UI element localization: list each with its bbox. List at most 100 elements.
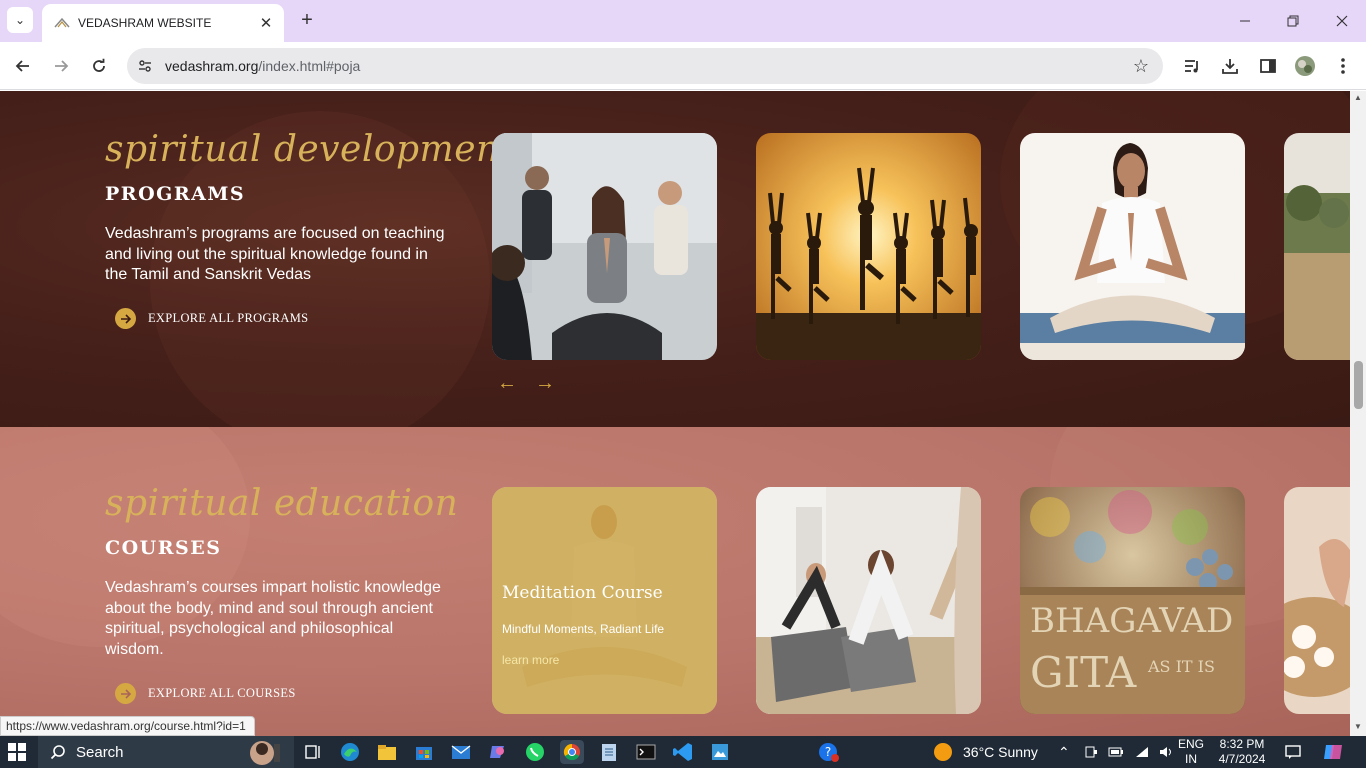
carousel-prev-button[interactable]: ← [497,372,517,395]
image-editor-icon[interactable] [708,740,732,764]
course-card[interactable] [756,487,981,714]
course-card-meditation[interactable]: Meditation Course Mindful Moments, Radia… [492,487,717,714]
copilot-icon[interactable] [1322,741,1344,763]
search-highlight-icon [250,741,280,765]
browser-tab[interactable]: VEDASHRAM WEBSITE ✕ [42,4,284,42]
search-icon [50,745,65,760]
status-bar: https://www.vedashram.org/course.html?id… [0,716,255,736]
page-viewport: spiritual development PROGRAMS Vedashram… [0,91,1366,736]
carousel-next-button[interactable]: → [535,372,555,395]
sunset-yoga-image [756,133,981,360]
explore-all-programs-label: EXPLORE ALL PROGRAMS [148,311,309,325]
system-tray: ⌃ [1058,736,1174,768]
windows-taskbar: Search ? 36°C Sunny ⌃ ENG IN 8:32 PM 4/7… [0,736,1366,768]
scrollbar-thumb[interactable] [1354,361,1363,409]
forward-button[interactable] [47,52,75,80]
file-explorer-icon[interactable] [375,740,399,764]
language-code: ENG [1178,737,1205,751]
learn-more-link[interactable]: learn more [502,653,559,667]
program-card[interactable] [1020,133,1245,360]
courses-script-title: spiritual education [105,483,459,524]
terminal-icon[interactable] [634,740,658,764]
tab-close-icon[interactable]: ✕ [258,14,274,32]
edge-icon[interactable] [338,740,362,764]
book-title-line-1: BHAGAVAD [1030,601,1233,641]
mail-icon[interactable] [449,740,473,764]
copilot-app-icon[interactable] [486,740,510,764]
address-bar[interactable]: vedashram.org/index.html#poja ☆ [127,48,1163,84]
courses-description: Vedashram’s courses impart holistic know… [105,579,441,658]
group-yoga-image [756,487,981,714]
reload-icon [93,58,105,72]
taskbar-clock[interactable]: 8:32 PM 4/7/2024 [1206,737,1278,767]
program-card[interactable] [492,133,717,360]
page-scrollbar[interactable]: ▲ ▼ [1350,91,1366,736]
course-card[interactable]: BHAGAVAD GITA AS IT IS [1020,487,1245,714]
bhagavad-gita-image: BHAGAVAD GITA AS IT IS [1020,487,1245,714]
task-view-icon[interactable] [301,740,325,764]
side-panel-icon[interactable] [1256,54,1280,78]
tab-search-button[interactable]: ⌄ [7,7,33,33]
reload-button[interactable] [85,52,113,80]
clock-date: 4/7/2024 [1218,752,1266,766]
programs-heading: PROGRAMS [105,183,246,205]
profile-avatar[interactable] [1293,54,1317,78]
scroll-up-icon[interactable]: ▲ [1353,93,1363,102]
course-card-subtitle: Mindful Moments, Radiant Life [502,622,665,636]
url-text: vedashram.org/index.html#poja [165,48,360,84]
site-info-icon[interactable] [135,56,155,76]
program-card[interactable] [1284,133,1350,360]
course-card-title: Meditation Course [502,583,663,603]
download-icon[interactable] [1218,54,1242,78]
windows-start-icon[interactable] [8,743,26,761]
tab-strip: ⌄ VEDASHRAM WEBSITE ✕ + [0,0,1366,42]
language-indicator[interactable]: ENG IN [1178,737,1204,767]
minimize-button[interactable] [1221,0,1269,42]
tab-title: VEDASHRAM WEBSITE [78,16,212,30]
programs-script-title: spiritual development [105,129,515,170]
arrow-left-icon [15,60,29,72]
courses-heading: COURSES [105,537,222,559]
explore-all-programs-link[interactable]: EXPLORE ALL PROGRAMS [115,308,308,329]
battery-icon[interactable] [1108,745,1124,759]
programs-section: spiritual development PROGRAMS Vedashram… [0,91,1350,427]
program-card[interactable] [756,133,981,360]
chrome-icon[interactable] [560,740,584,764]
book-title-line-2: GITA [1030,648,1137,697]
back-button[interactable] [9,52,37,80]
media-control-icon[interactable] [1180,54,1204,78]
taskbar-search-box[interactable]: Search [38,736,294,768]
volume-icon[interactable] [1158,745,1174,759]
chevron-up-icon[interactable]: ⌃ [1058,744,1070,761]
programs-description: Vedashram’s programs are focused on teac… [105,225,445,283]
minimize-icon [1240,20,1250,22]
browser-toolbar: vedashram.org/index.html#poja ☆ [0,42,1366,90]
restore-button[interactable] [1269,0,1317,42]
landscape-image [1284,133,1350,360]
weather-text: 36°C Sunny [963,744,1038,760]
close-window-button[interactable] [1318,0,1366,42]
whatsapp-icon[interactable] [523,740,547,764]
store-icon[interactable] [412,740,436,764]
restore-icon [1287,15,1299,27]
wifi-icon[interactable] [1134,745,1150,759]
help-icon[interactable]: ? [816,740,840,764]
scroll-down-icon[interactable]: ▼ [1353,722,1363,731]
taskbar-search-label: Search [76,743,124,761]
notepad-icon[interactable] [597,740,621,764]
vscode-icon[interactable] [671,740,695,764]
device-icon[interactable] [1084,745,1098,759]
bookmark-star-icon[interactable]: ☆ [1133,57,1149,75]
course-card[interactable] [1284,487,1350,714]
weather-widget[interactable]: 36°C Sunny [933,736,1038,768]
arrow-right-circle-icon [115,308,136,329]
more-menu-icon[interactable] [1331,54,1355,78]
new-tab-button[interactable]: + [296,9,318,31]
svg-text:?: ? [825,745,831,759]
notification-icon[interactable] [1285,744,1301,760]
group-meditation-image [492,133,717,360]
woman-meditating-image [1020,133,1245,360]
url-path: /index.html#poja [258,58,361,74]
explore-all-courses-link[interactable]: EXPLORE ALL COURSES [115,683,296,704]
arrow-right-circle-icon [115,683,136,704]
